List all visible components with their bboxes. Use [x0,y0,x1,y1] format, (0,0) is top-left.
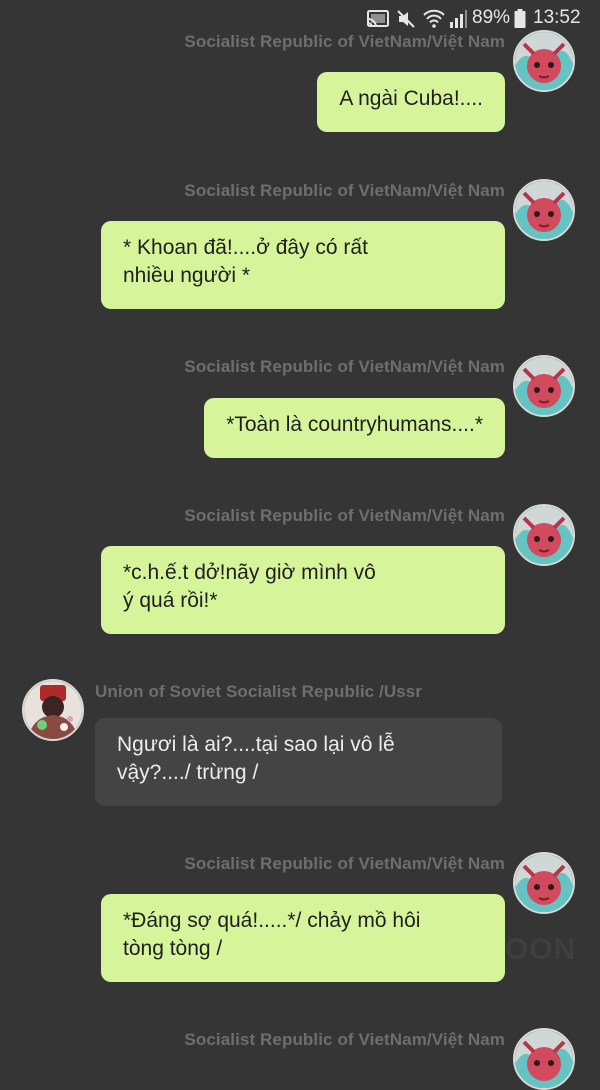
message-line: *c.h.ế.t dở!nãy giờ mình vô [123,561,376,584]
message-bubble: *c.h.ế.t dở!nãy giờ mình vô ý quá rồi!* [101,546,505,634]
avatar[interactable] [513,179,575,241]
message-line: nhiều người * [123,264,251,287]
avatar[interactable] [22,679,84,741]
message-bubble: A ngài Cuba!.... [317,72,505,132]
battery-icon [514,9,526,35]
message-line: vậy?..../ trừng / [117,761,259,784]
message-bubble: *Đáng sợ quá!.....*/ chảy mồ hôi tòng tò… [101,894,505,982]
message-bubble: Ngươi là ai?....tại sao lại vô lễ vậy?..… [95,718,502,806]
wifi-icon [422,8,446,34]
message-sender: Socialist Republic of VietNam/Việt Nam [184,854,505,873]
message-line: *Đáng sợ quá!.....*/ chảy mồ hôi [123,909,421,932]
avatar[interactable] [513,1028,575,1090]
message-line: * Khoan đã!....ở đây có rất [123,236,368,259]
message-sender: Socialist Republic of VietNam/Việt Nam [184,32,505,51]
message-sender: Socialist Republic of VietNam/Việt Nam [184,1030,505,1049]
message-sender: Union of Soviet Socialist Republic /Ussr [95,682,423,701]
message-bubble: * Khoan đã!....ở đây có rất nhiều người … [101,221,505,309]
status-bar: 89% 13:52 [0,0,600,36]
message-line: Ngươi là ai?....tại sao lại vô lễ [117,733,395,756]
avatar[interactable] [513,30,575,92]
battery-percent: 89% [472,7,511,28]
clock: 13:52 [533,7,581,28]
avatar[interactable] [513,355,575,417]
message-sender: Socialist Republic of VietNam/Việt Nam [184,181,505,200]
message-line: ý quá rồi!* [123,589,218,612]
message-sender: Socialist Republic of VietNam/Việt Nam [184,357,505,376]
avatar[interactable] [513,852,575,914]
message-sender: Socialist Republic of VietNam/Việt Nam [184,506,505,525]
avatar[interactable] [513,504,575,566]
watermark: OON [505,933,577,966]
message-bubble: *Toàn là countryhumans....* [204,398,505,458]
message-line: tòng tòng / [123,937,223,960]
